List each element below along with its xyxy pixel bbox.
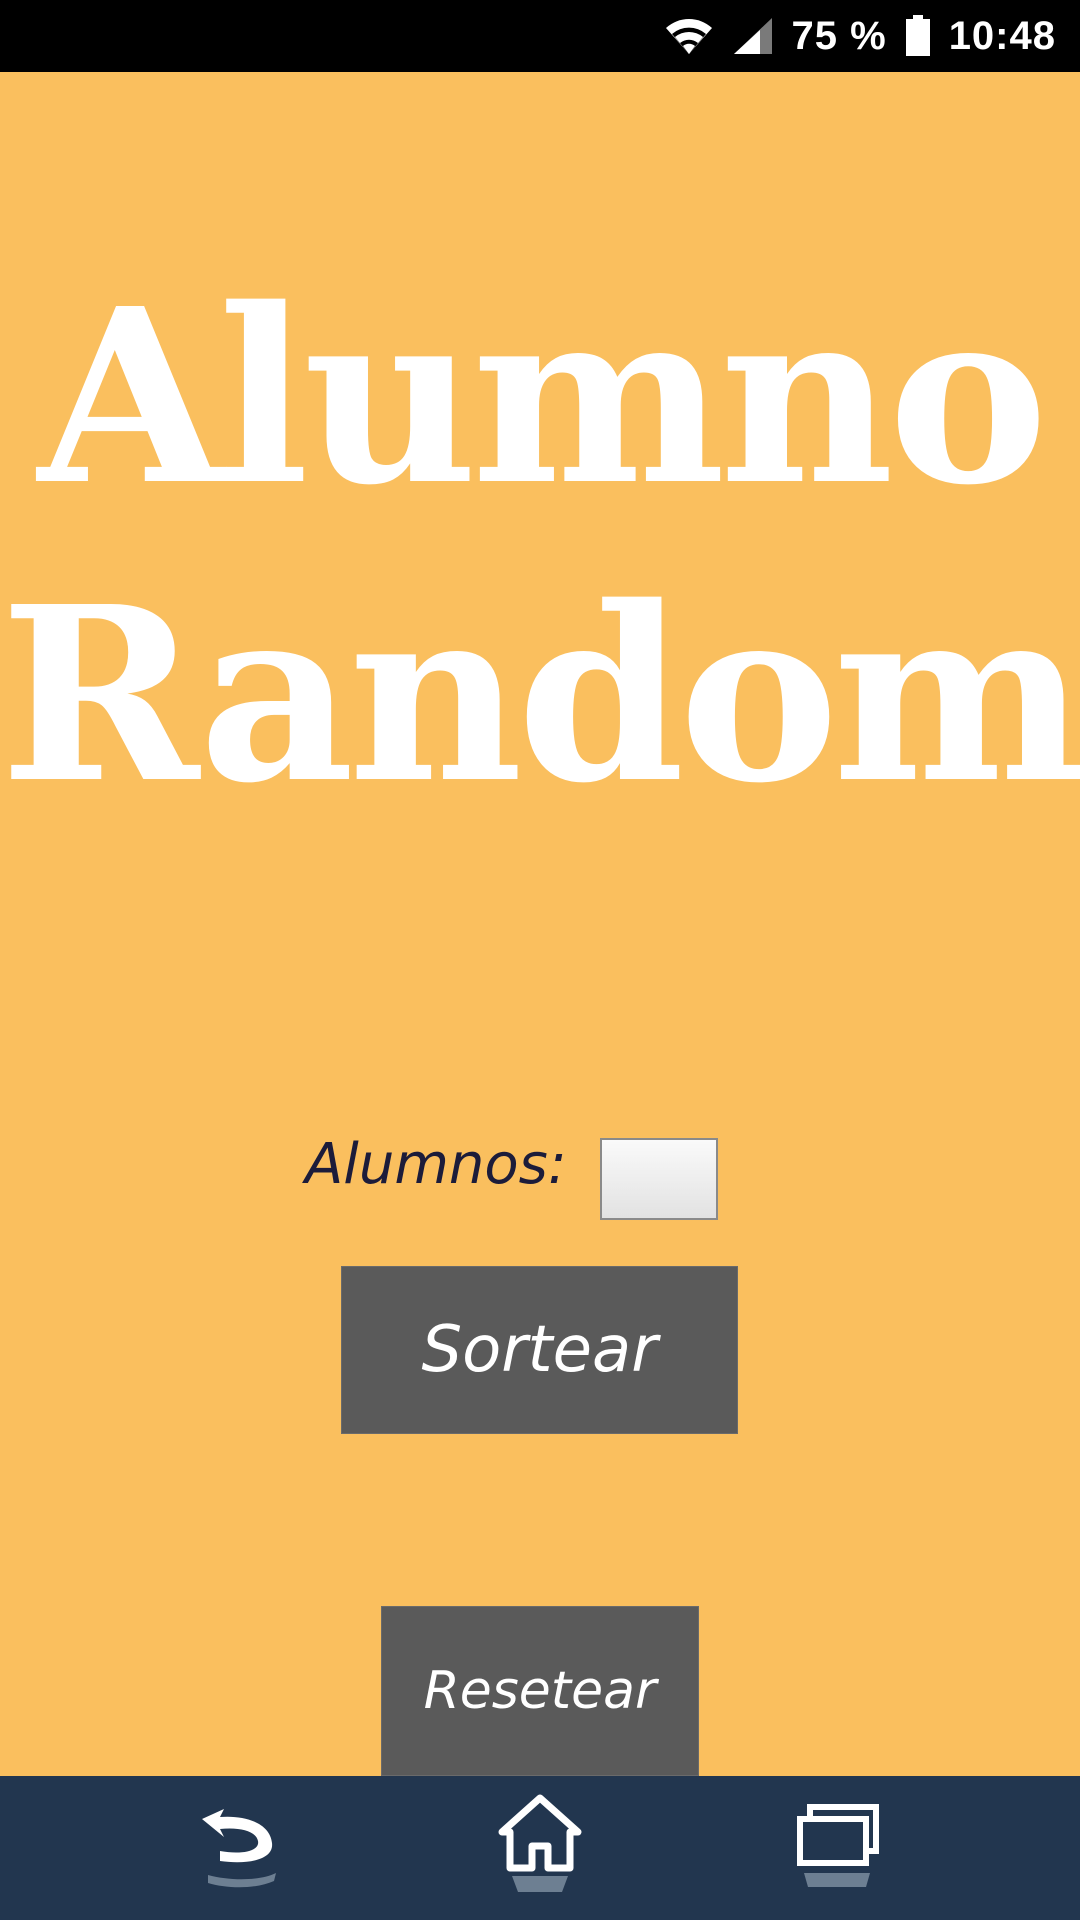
alumnos-label: Alumnos:: [305, 1132, 567, 1197]
sortear-button[interactable]: Sortear: [341, 1266, 738, 1434]
cell-signal-icon: [732, 16, 774, 56]
alumnos-input[interactable]: [600, 1138, 718, 1220]
back-button[interactable]: [180, 1794, 300, 1904]
back-icon: [190, 1797, 290, 1901]
status-bar: 75 % 10:48: [0, 0, 1080, 72]
battery-icon: [905, 15, 931, 57]
recents-button[interactable]: [780, 1794, 900, 1904]
status-bar-right: 75 % 10:48: [664, 0, 1056, 72]
app-screen: 75 % 10:48 Alumno Random Alumnos: Sortea…: [0, 0, 1080, 1920]
home-icon: [490, 1792, 590, 1906]
battery-percent: 75 %: [791, 13, 887, 58]
wifi-icon: [664, 16, 714, 56]
resetear-button[interactable]: Resetear: [381, 1606, 699, 1776]
clock: 10:48: [948, 13, 1056, 58]
app-title-line1: Alumno: [37, 256, 1048, 538]
home-button[interactable]: [480, 1794, 600, 1904]
app-title-line2: Random: [0, 554, 1080, 836]
recents-icon: [790, 1797, 890, 1901]
navigation-bar: [0, 1776, 1080, 1920]
